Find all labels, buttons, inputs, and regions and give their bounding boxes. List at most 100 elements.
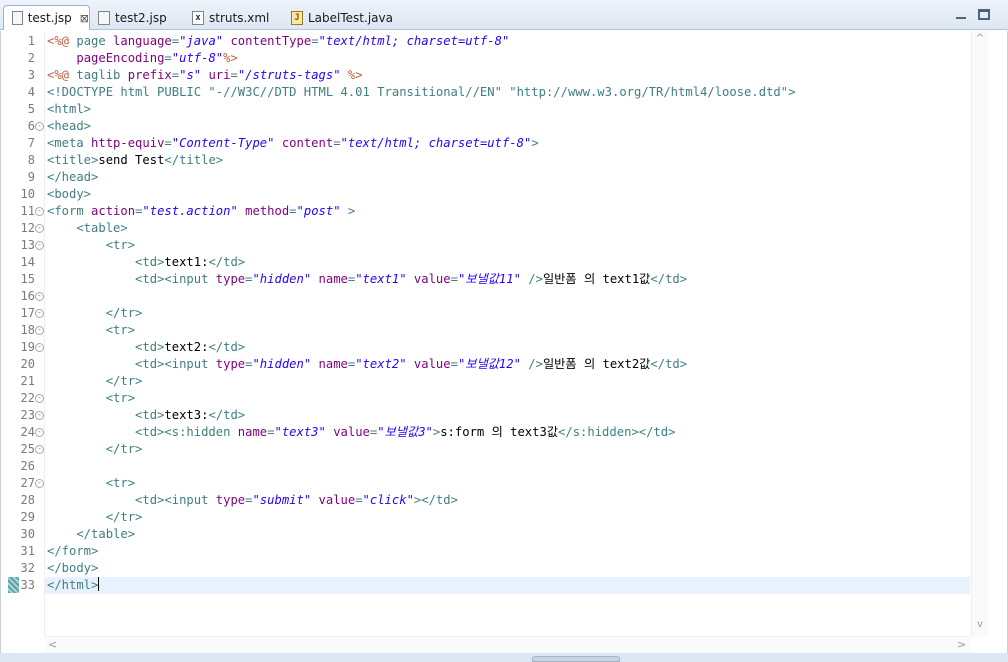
fold-collapse-icon[interactable]: -	[35, 445, 44, 454]
code-token: =	[171, 34, 180, 48]
code-line: <tr>	[47, 237, 135, 254]
occurrence-marker	[8, 577, 19, 593]
maximize-icon[interactable]	[978, 9, 990, 20]
fold-collapse-icon[interactable]: -	[35, 241, 44, 250]
fold-collapse-icon[interactable]: -	[35, 326, 44, 335]
tab-test-jsp[interactable]: test.jsp ⊠	[3, 5, 90, 30]
code-line: <tr>	[47, 322, 135, 339]
tab-test2-jsp[interactable]: test2.jsp	[90, 5, 182, 30]
code-token: value	[413, 272, 451, 286]
jsp-file-icon	[98, 10, 110, 25]
scroll-down-icon[interactable]: v	[974, 619, 986, 630]
scroll-up-icon[interactable]: ^	[974, 33, 986, 44]
fold-collapse-icon[interactable]: -	[35, 292, 44, 301]
fold-collapse-icon[interactable]: -	[35, 343, 44, 352]
tab-label: LabelTest.java	[308, 10, 393, 25]
code-line: <table>	[47, 220, 127, 237]
fold-collapse-icon[interactable]: -	[35, 428, 44, 437]
line-number: 8	[27, 153, 35, 167]
code-token: =	[355, 493, 363, 507]
code-line: <td><s:hidden name="text3" value="보낼값3">…	[47, 424, 675, 441]
code-token: </form>	[47, 544, 99, 558]
tab-label: test2.jsp	[115, 10, 167, 25]
line-number: 32	[20, 561, 35, 575]
line-number: 27	[20, 476, 35, 490]
code-token: </tr>	[47, 442, 143, 456]
code-token: "보낼값12"	[457, 357, 529, 371]
line-number: 11	[20, 204, 35, 218]
code-token: <tr>	[47, 391, 136, 405]
code-token: />	[528, 357, 543, 371]
code-token: <body>	[47, 187, 92, 201]
code-token: </tr>	[47, 510, 143, 524]
code-token: %>	[223, 51, 238, 65]
code-token: </td>	[650, 357, 688, 371]
code-token: "text2"	[355, 357, 414, 371]
code-line: <title>send Test</title>	[47, 152, 223, 169]
line-number: 12	[20, 221, 35, 235]
line-number: 17	[20, 306, 35, 320]
code-line: <tr>	[47, 390, 135, 407]
code-token: %>	[347, 68, 363, 82]
code-line: <td><input type="submit" value="click"><…	[47, 492, 458, 509]
code-token: prefix	[127, 68, 172, 82]
line-number: 18	[20, 323, 35, 337]
scroll-left-icon[interactable]: <	[48, 638, 57, 651]
scroll-right-icon[interactable]: >	[957, 638, 966, 651]
code-token: uri	[208, 68, 231, 82]
code-token: <tr>	[47, 476, 136, 490]
fold-collapse-icon[interactable]: -	[35, 224, 44, 233]
panel-sash-handle[interactable]	[532, 656, 620, 662]
horizontal-scrollbar[interactable]: < >	[45, 636, 971, 653]
line-number: 25	[20, 442, 35, 456]
code-token: name	[237, 425, 268, 439]
code-token: "hidden"	[252, 272, 319, 286]
line-number: 14	[20, 255, 35, 269]
code-line: </head>	[47, 169, 98, 186]
code-token: =	[164, 136, 172, 150]
line-number: 5	[27, 102, 35, 116]
fold-collapse-icon[interactable]: -	[35, 394, 44, 403]
bottom-border	[0, 653, 1008, 662]
line-number: 6	[27, 119, 35, 133]
code-token: text3:	[164, 408, 209, 422]
code-line: pageEncoding="utf-8"%>	[47, 50, 238, 67]
code-token: =	[164, 51, 172, 65]
line-number: 2	[27, 51, 35, 65]
minimize-icon[interactable]	[955, 9, 967, 20]
line-number: 9	[27, 170, 35, 184]
code-line: <td>text1:</td>	[47, 254, 245, 271]
code-editor[interactable]: 1 2 3 4 5 6-7 8 9 10 11-12-13-14 15 16-17-18-19-20 2…	[0, 31, 1008, 662]
line-number: 21	[20, 374, 35, 388]
tab-label: struts.xml	[209, 10, 270, 25]
code-line: </tr>	[47, 441, 143, 458]
code-token: </tr>	[47, 374, 143, 388]
line-number: 3	[27, 68, 35, 82]
tab-labeltest-java[interactable]: J LabelTest.java	[283, 5, 393, 30]
code-token: </td>	[208, 340, 246, 354]
code-token: </td>	[208, 255, 246, 269]
code-token: value	[413, 357, 451, 371]
text-caret	[98, 577, 100, 591]
code-token: "text/html; charset=utf-8"	[340, 136, 532, 150]
fold-collapse-icon[interactable]: -	[35, 309, 44, 318]
tab-struts-xml[interactable]: x struts.xml	[184, 5, 282, 30]
code-token: <head>	[47, 119, 92, 133]
code-token: </tr>	[47, 306, 143, 320]
code-token: />	[528, 272, 543, 286]
line-number: 29	[20, 510, 35, 524]
code-token: <td><input	[47, 272, 216, 286]
code-token: <%@	[47, 68, 77, 82]
fold-collapse-icon[interactable]: -	[35, 479, 44, 488]
code-line: <%@ taglib prefix="s" uri="/struts-tags"…	[47, 67, 363, 84]
line-number: 30	[20, 527, 35, 541]
close-icon[interactable]: ⊠	[80, 12, 89, 25]
fold-collapse-icon[interactable]: -	[35, 411, 44, 420]
fold-collapse-icon[interactable]: -	[35, 207, 44, 216]
fold-collapse-icon[interactable]: -	[35, 122, 44, 131]
code-token: <html>	[47, 102, 92, 116]
code-token: <!DOCTYPE html PUBLIC "-//W3C//DTD HTML …	[47, 85, 796, 99]
code-token: "text1"	[355, 272, 414, 286]
vertical-scrollbar[interactable]: ^ v	[971, 31, 988, 636]
code-line: <td>text2:</td>	[47, 339, 245, 356]
